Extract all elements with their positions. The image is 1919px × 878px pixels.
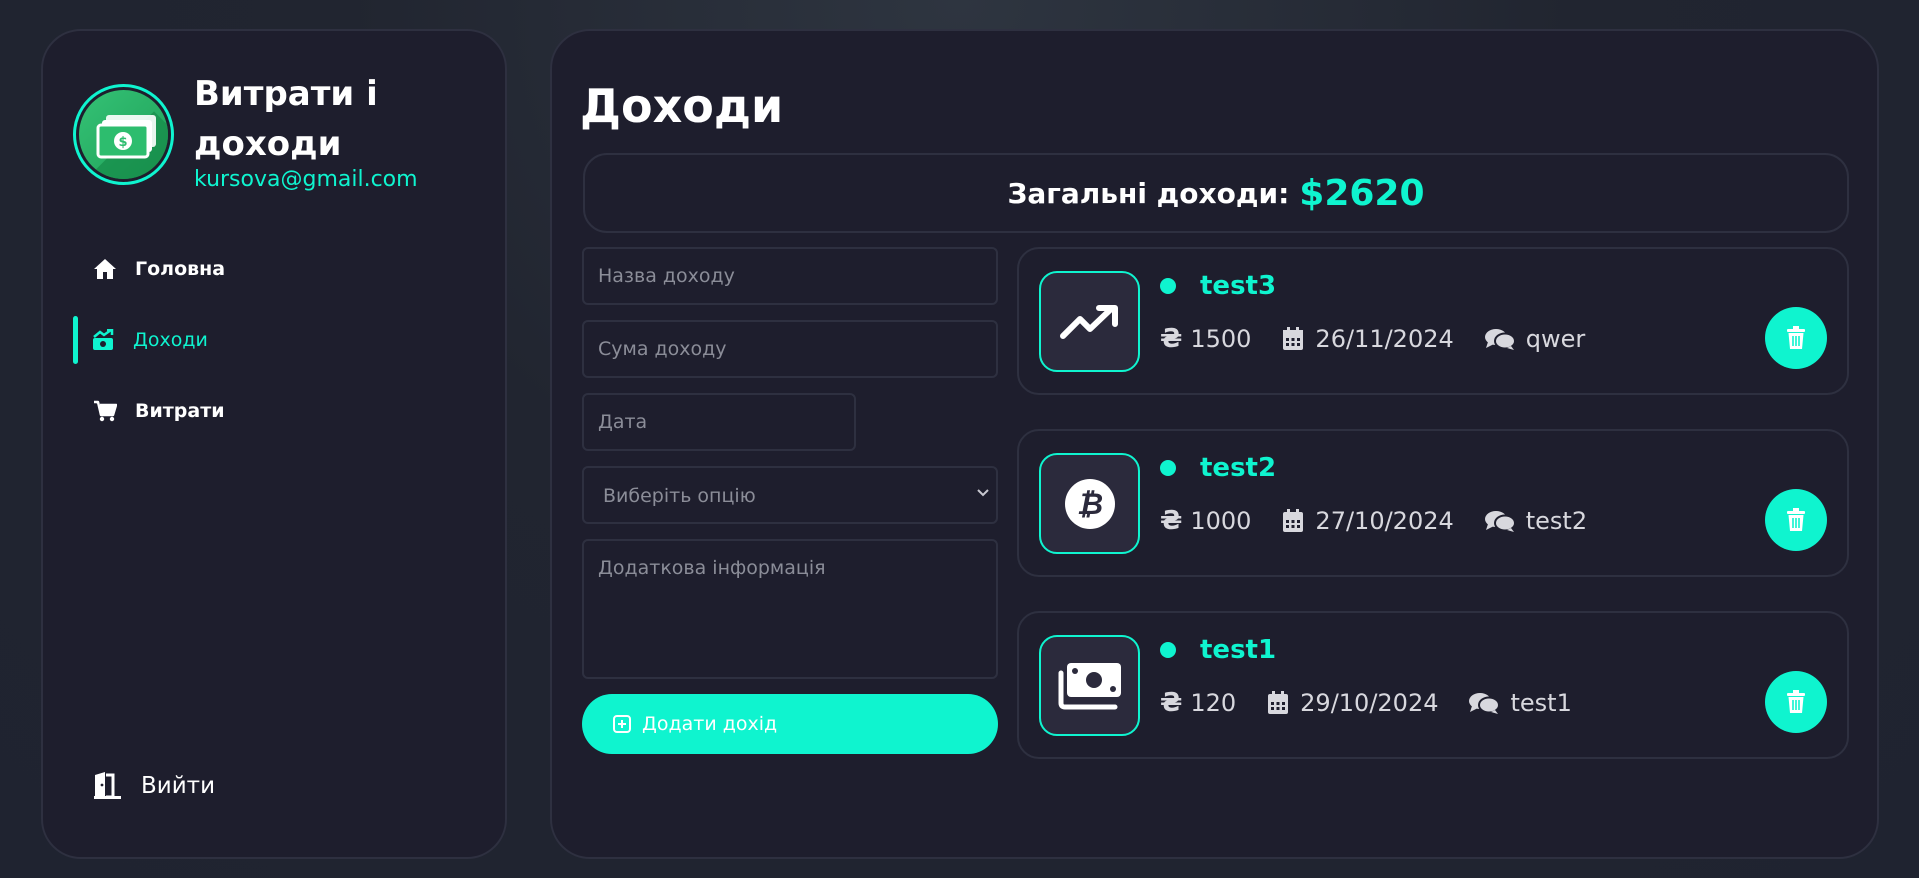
income-category-select[interactable]: Виберіть опцію	[582, 466, 998, 524]
income-amount-input[interactable]	[582, 320, 998, 378]
select-value: Виберіть опцію	[582, 466, 998, 524]
comments-icon	[1484, 509, 1516, 533]
status-dot	[1160, 642, 1176, 658]
sidebar-item-label: Доходи	[133, 329, 208, 351]
sidebar: $ Витрати і доходи kursova@gmail.com Гол…	[41, 29, 507, 859]
status-dot	[1160, 278, 1176, 294]
income-info-textarea[interactable]	[582, 539, 998, 679]
trash-icon	[1787, 326, 1805, 349]
hryvnia-icon: ₴	[1160, 324, 1183, 354]
money-bill-trend-icon	[91, 328, 115, 352]
trash-icon	[1787, 508, 1805, 531]
total-income-value: $2620	[1299, 172, 1425, 214]
svg-text:₿: ₿	[1076, 487, 1102, 522]
page-title: Доходи	[580, 79, 784, 133]
avatar: $	[73, 84, 174, 185]
comments-icon	[1468, 691, 1501, 715]
logout-button[interactable]: Вийти	[93, 771, 215, 801]
calendar-icon	[1281, 327, 1305, 351]
bitcoin-icon: ₿	[1039, 453, 1140, 554]
delete-income-button[interactable]	[1765, 307, 1827, 369]
income-comment: test2	[1525, 507, 1588, 535]
income-comment: qwer	[1525, 325, 1586, 353]
money-bills-icon	[1039, 635, 1140, 736]
income-title: test2	[1200, 453, 1277, 483]
svg-text:$: $	[118, 135, 127, 150]
delete-income-button[interactable]	[1765, 671, 1827, 733]
income-card: ₿ test2 ₴ 1000 27/10/2024 test2	[1017, 429, 1849, 577]
income-name-input[interactable]	[582, 247, 998, 305]
trend-up-icon	[1039, 271, 1140, 372]
income-date: 26/11/2024	[1315, 325, 1454, 353]
calendar-icon	[1281, 509, 1305, 533]
income-form: Виберіть опцію Додати дохід	[582, 247, 998, 754]
plus-square-icon	[612, 714, 632, 734]
income-date-input[interactable]	[582, 393, 856, 451]
sidebar-item-label: Головна	[135, 258, 226, 280]
main-panel: Доходи Загальні доходи: $2620 Виберіть о…	[550, 29, 1879, 859]
hryvnia-icon: ₴	[1160, 688, 1183, 718]
income-title: test3	[1200, 271, 1277, 301]
income-amount: 120	[1190, 689, 1237, 717]
sidebar-nav: Головна Доходи Витрати	[73, 245, 473, 458]
app-title: Витрати і доходи	[194, 74, 378, 164]
sidebar-item-home[interactable]: Головна	[73, 245, 473, 293]
add-income-button[interactable]: Додати дохід	[582, 694, 998, 754]
hryvnia-icon: ₴	[1160, 506, 1183, 536]
income-date: 29/10/2024	[1300, 689, 1439, 717]
sidebar-item-label: Витрати	[135, 400, 225, 422]
total-income-box: Загальні доходи: $2620	[583, 153, 1849, 233]
calendar-icon	[1266, 691, 1290, 715]
status-dot	[1160, 460, 1176, 476]
delete-income-button[interactable]	[1765, 489, 1827, 551]
profile: $ Витрати і доходи kursova@gmail.com	[73, 69, 444, 192]
logout-label: Вийти	[141, 773, 216, 799]
income-comment: test1	[1510, 689, 1572, 717]
income-card: test1 ₴ 120 29/10/2024 test1	[1017, 611, 1849, 759]
income-title: test1	[1200, 635, 1277, 665]
sidebar-item-expenses[interactable]: Витрати	[73, 387, 473, 435]
home-icon	[93, 257, 117, 281]
comments-icon	[1484, 327, 1516, 351]
income-list: test3 ₴ 1500 26/11/2024 qwer ₿ test2 ₴ 1…	[1017, 247, 1849, 793]
add-income-label: Додати дохід	[642, 713, 778, 735]
income-amount: 1500	[1190, 325, 1252, 353]
income-amount: 1000	[1190, 507, 1252, 535]
money-avatar-icon: $	[96, 115, 156, 159]
total-income-label: Загальні доходи:	[1007, 176, 1290, 210]
door-exit-icon	[93, 771, 123, 801]
user-email: kursova@gmail.com	[194, 167, 418, 192]
income-card: test3 ₴ 1500 26/11/2024 qwer	[1017, 247, 1849, 395]
trash-icon	[1787, 690, 1805, 713]
shopping-cart-icon	[93, 399, 117, 423]
sidebar-item-income[interactable]: Доходи	[73, 316, 473, 364]
income-date: 27/10/2024	[1315, 507, 1454, 535]
chevron-down-icon	[977, 489, 989, 497]
